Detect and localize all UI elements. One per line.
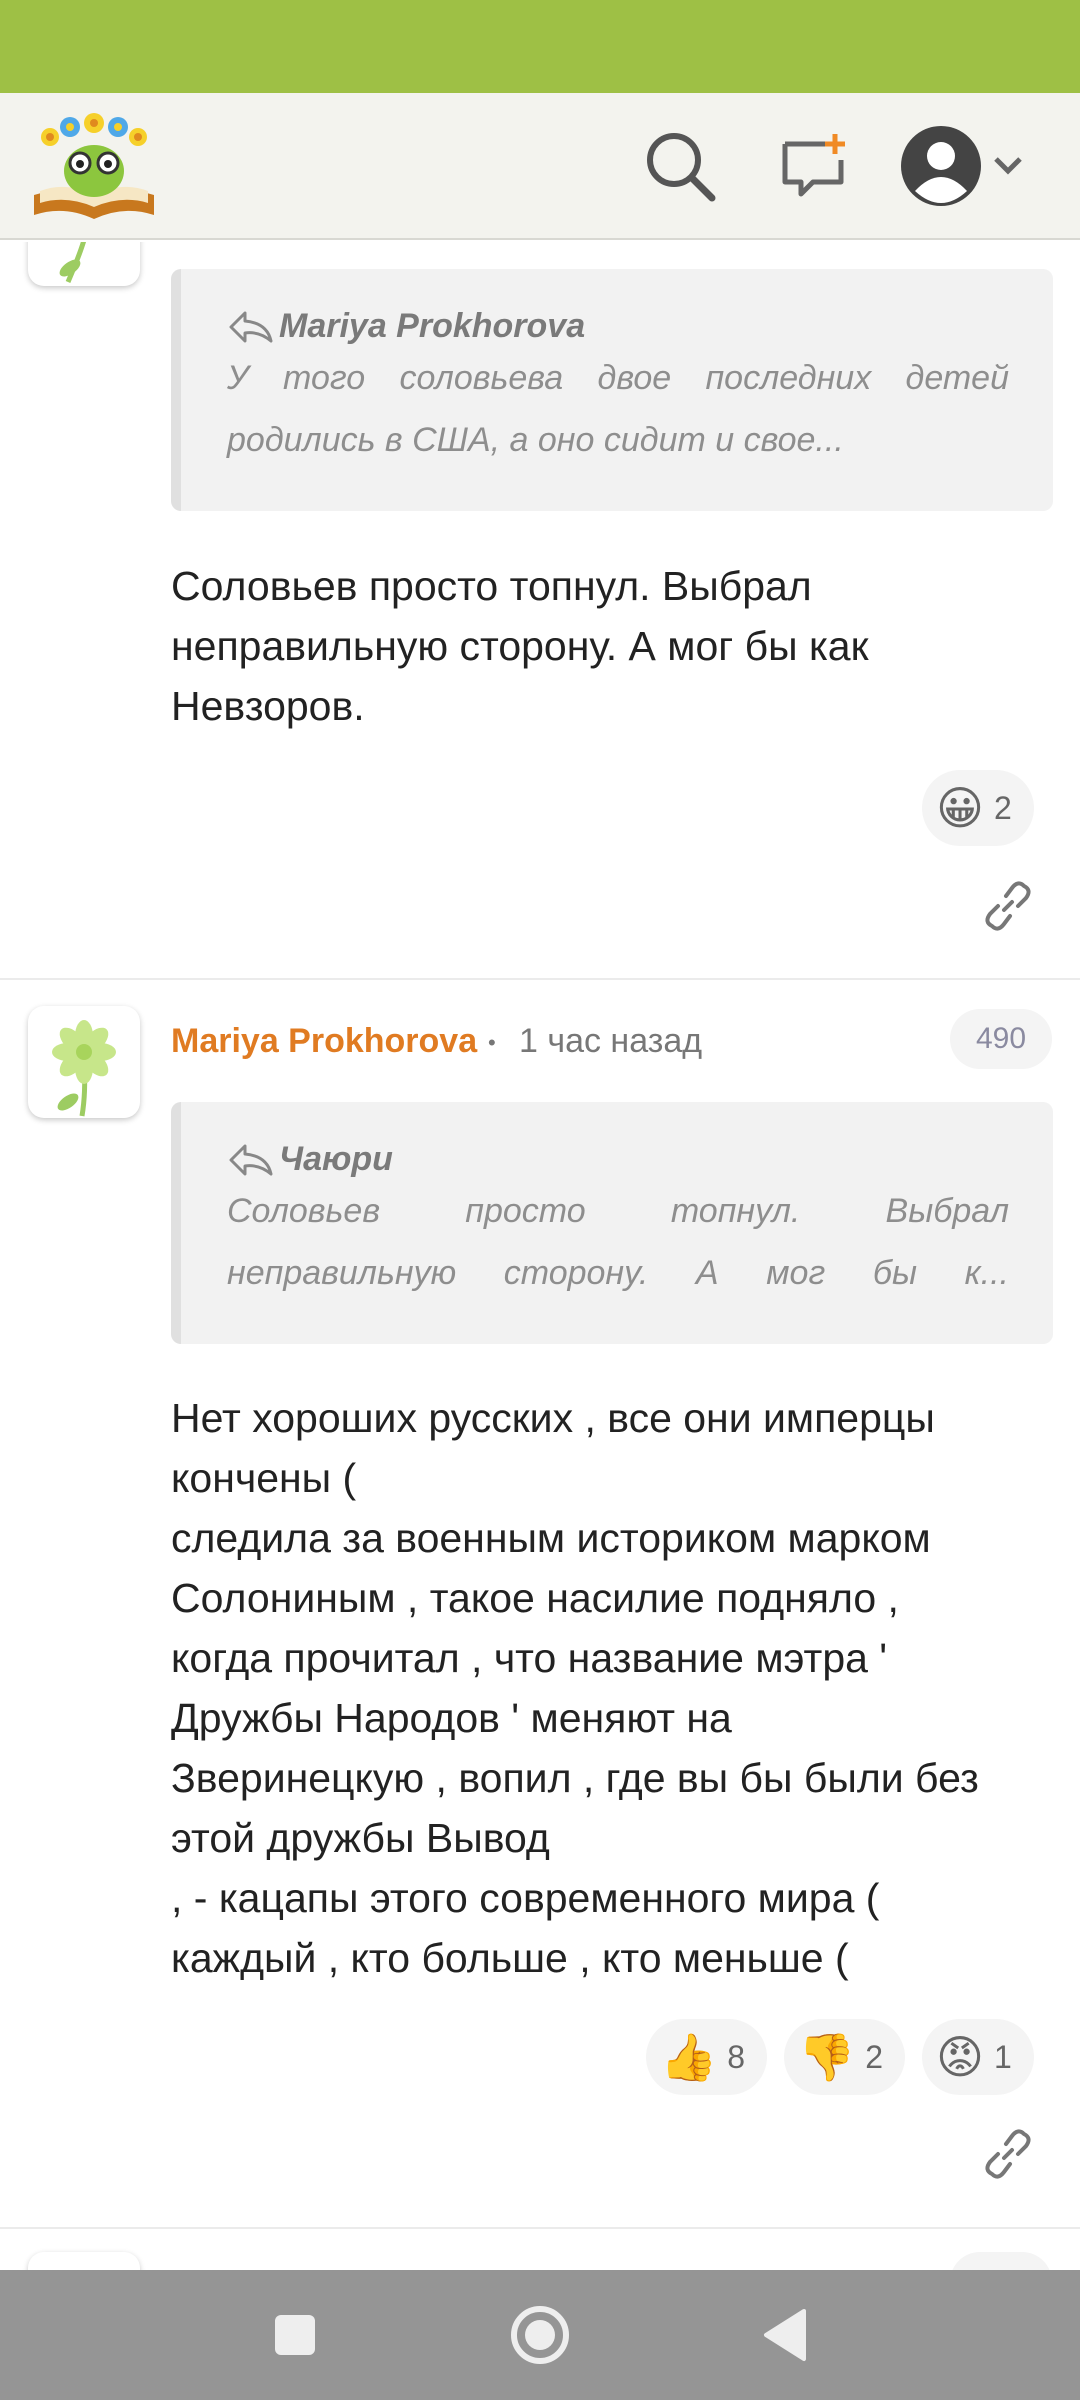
reaction-thumbs-down[interactable]: 👎 2 — [784, 2019, 906, 2095]
search-icon[interactable] — [637, 123, 723, 209]
comment-score — [950, 2252, 1052, 2270]
comment-time: 1 час назад — [519, 1022, 703, 1060]
quote-text-line: неправильную сторону. А мог бы к... — [227, 1254, 1009, 1292]
profile-menu-button[interactable] — [898, 123, 1038, 209]
quote-author: Чаюри — [279, 1140, 393, 1178]
avatar[interactable] — [28, 1006, 140, 1118]
comment-text: Соловьев просто топнул. Выбрал неправиль… — [171, 563, 869, 729]
add-comment-icon[interactable] — [770, 123, 856, 209]
quote-text-line: Соловьев просто топнул. Выбрал — [227, 1192, 1009, 1230]
meta-separator: • — [488, 1030, 496, 1055]
circle-icon[interactable] — [505, 2300, 575, 2370]
comment-divider — [0, 2227, 1080, 2229]
reply-arrow-icon — [229, 1144, 273, 1175]
quoted-comment[interactable]: Mariya Prokhorova У того соловьева двое … — [171, 269, 1053, 511]
reply-arrow-icon — [229, 311, 273, 342]
comment-score: 490 — [950, 1009, 1052, 1069]
status-bar — [0, 0, 1080, 93]
avatar[interactable] — [28, 242, 140, 286]
site-logo[interactable] — [30, 111, 160, 223]
link-icon[interactable] — [982, 880, 1034, 932]
quote-text-line: родились в США, а оно сидит и свое... — [227, 421, 844, 459]
triangle-back-icon[interactable] — [750, 2300, 820, 2370]
link-icon[interactable] — [982, 2128, 1034, 2180]
comments-feed[interactable]: Mariya Prokhorova У того соловьева двое … — [0, 242, 1080, 2270]
avatar[interactable] — [28, 2252, 140, 2270]
reaction-thumbs-up[interactable]: 👍 8 — [646, 2019, 768, 2095]
system-nav-bar — [0, 2270, 1080, 2400]
quoted-comment[interactable]: Чаюри Соловьев просто топнул. Выбрал неп… — [171, 1102, 1053, 1344]
app-header — [0, 93, 1080, 240]
quote-text-line: У того соловьева двое последних детей — [227, 359, 1009, 397]
comment-divider — [0, 978, 1080, 980]
reaction-angry[interactable]: 😡 1 — [922, 2019, 1034, 2095]
square-icon[interactable] — [260, 2300, 330, 2370]
reaction-grin[interactable]: 😀 2 — [922, 770, 1034, 846]
comment-text: Нет хороших русских , все они имперцы ко… — [171, 1395, 979, 1981]
comment-author[interactable]: Mariya Prokhorova — [171, 1022, 477, 1061]
quote-author: Mariya Prokhorova — [279, 307, 586, 345]
